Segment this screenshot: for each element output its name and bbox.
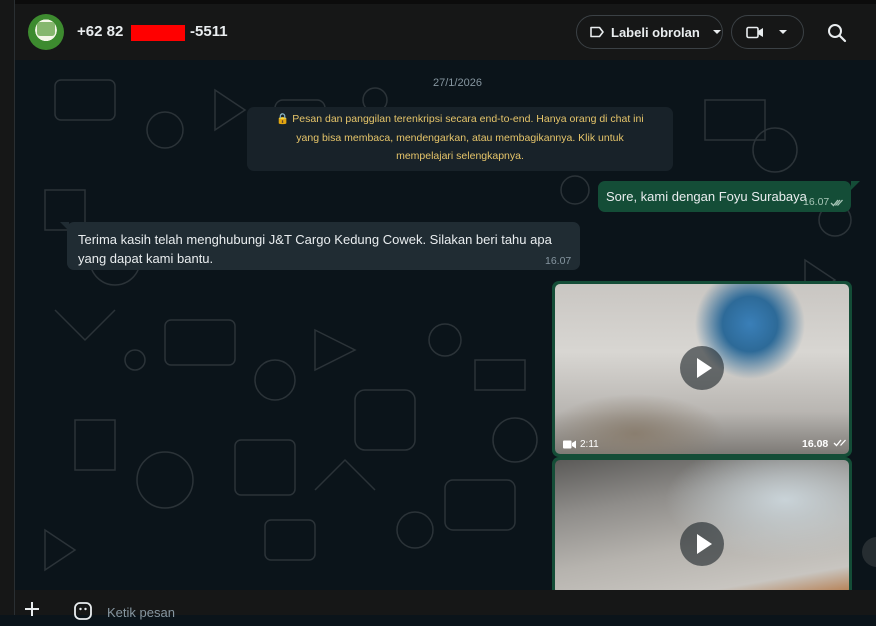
- video-thumbnail[interactable]: 2:11 16.08: [555, 284, 849, 454]
- play-icon[interactable]: [680, 346, 724, 390]
- video-call-button[interactable]: [731, 15, 804, 49]
- video-duration-text: 2:11: [580, 439, 599, 450]
- message-time: 16.08: [802, 438, 829, 450]
- message-time: 16.07: [803, 196, 830, 208]
- message-text: Sore, kami dengan Foyu Surabaya: [606, 189, 807, 204]
- label-icon: [589, 25, 605, 39]
- bubble-tail: [851, 181, 860, 190]
- video-call-icon: [746, 26, 764, 39]
- video-camera-icon: [563, 440, 576, 449]
- message-text: Terima kasih telah menghubungi J&T Cargo…: [78, 232, 552, 266]
- contact-avatar[interactable]: [28, 14, 64, 50]
- encryption-notice[interactable]: 🔒 Pesan dan panggilan terenkripsi secara…: [247, 107, 673, 171]
- video-message[interactable]: [552, 457, 852, 590]
- video-message[interactable]: 2:11 16.08: [552, 281, 852, 457]
- chevron-down-icon: [712, 29, 722, 35]
- label-chat-text: Labeli obrolan: [611, 24, 700, 40]
- play-icon[interactable]: [680, 522, 724, 566]
- chat-area[interactable]: 27/1/2026 🔒 Pesan dan panggilan terenkri…: [15, 60, 876, 590]
- message-outgoing[interactable]: Sore, kami dengan Foyu Surabaya 16.07: [598, 181, 851, 212]
- double-check-icon: [830, 199, 843, 207]
- chat-header: +62 82 -5511 Labeli obrolan: [15, 4, 876, 60]
- double-check-icon: [833, 439, 846, 447]
- left-panel-edge: [0, 0, 15, 615]
- message-incoming[interactable]: Terima kasih telah menghubungi J&T Cargo…: [67, 222, 580, 270]
- message-input[interactable]: Ketik pesan: [107, 605, 175, 620]
- notice-line-2: yang bisa membaca, mendengarkan, atau me…: [296, 131, 624, 144]
- video-thumbnail[interactable]: [555, 460, 849, 590]
- notice-line-3: mempelajari selengkapnya.: [396, 150, 524, 162]
- emoji-icon[interactable]: [73, 601, 93, 621]
- label-chat-button[interactable]: Labeli obrolan: [576, 15, 723, 49]
- notice-line-1: Pesan dan panggilan terenkripsi secara e…: [292, 113, 644, 125]
- date-separator: 27/1/2026: [433, 74, 482, 92]
- message-time: 16.07: [545, 255, 572, 267]
- chevron-down-icon: [778, 29, 788, 35]
- redaction-mark: [131, 25, 185, 41]
- search-icon[interactable]: [826, 22, 848, 44]
- lock-icon: 🔒: [276, 113, 290, 125]
- video-duration: 2:11: [563, 439, 599, 450]
